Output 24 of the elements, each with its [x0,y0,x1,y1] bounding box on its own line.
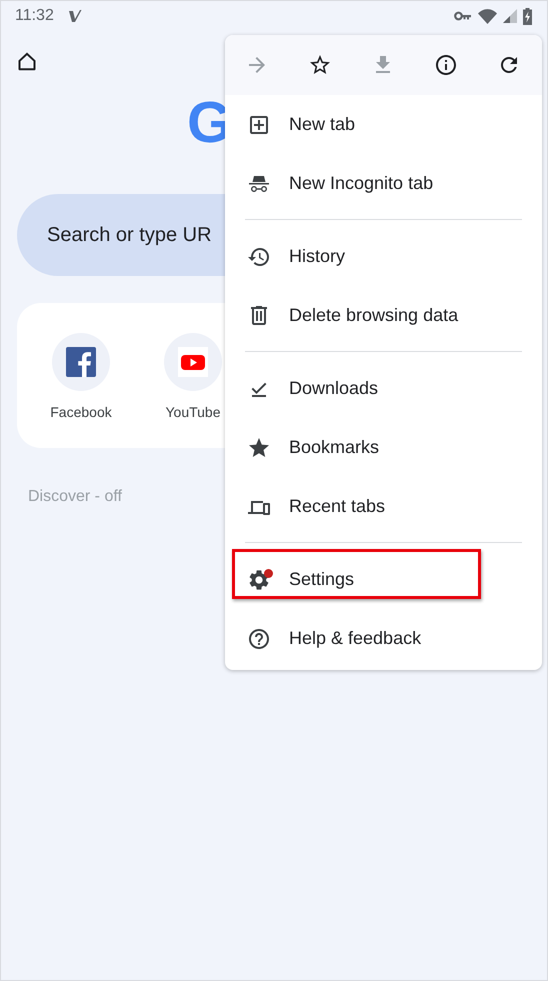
menu-item[interactable]: Settings [225,550,542,609]
menu-item[interactable]: History [225,227,542,286]
menu-item[interactable]: Delete browsing data [225,286,542,345]
menu-item[interactable]: Bookmarks [225,418,542,477]
wifi-icon [478,8,497,24]
gear-icon [247,568,271,592]
star-icon [247,436,271,460]
facebook-icon [66,347,96,377]
help-icon [247,626,271,650]
menu-item[interactable]: Recent tabs [225,477,542,536]
menu-item[interactable]: New Incognito tab [225,154,542,213]
shortcut-label: YouTube [165,404,220,420]
signal-icon [503,9,517,23]
discover-label: Discover - off [28,488,122,506]
battery-icon [523,8,532,24]
menu-item[interactable]: New tab [225,95,542,154]
play-button-icon [178,347,208,377]
menu-item[interactable]: Help & feedback [225,609,542,668]
shortcut-label: Facebook [50,404,112,420]
notification-icon [68,9,82,23]
status-time: 11:32 [15,7,54,25]
info-icon[interactable] [434,53,458,77]
key-icon [454,11,472,21]
menu-item[interactable]: Downloads [225,359,542,418]
